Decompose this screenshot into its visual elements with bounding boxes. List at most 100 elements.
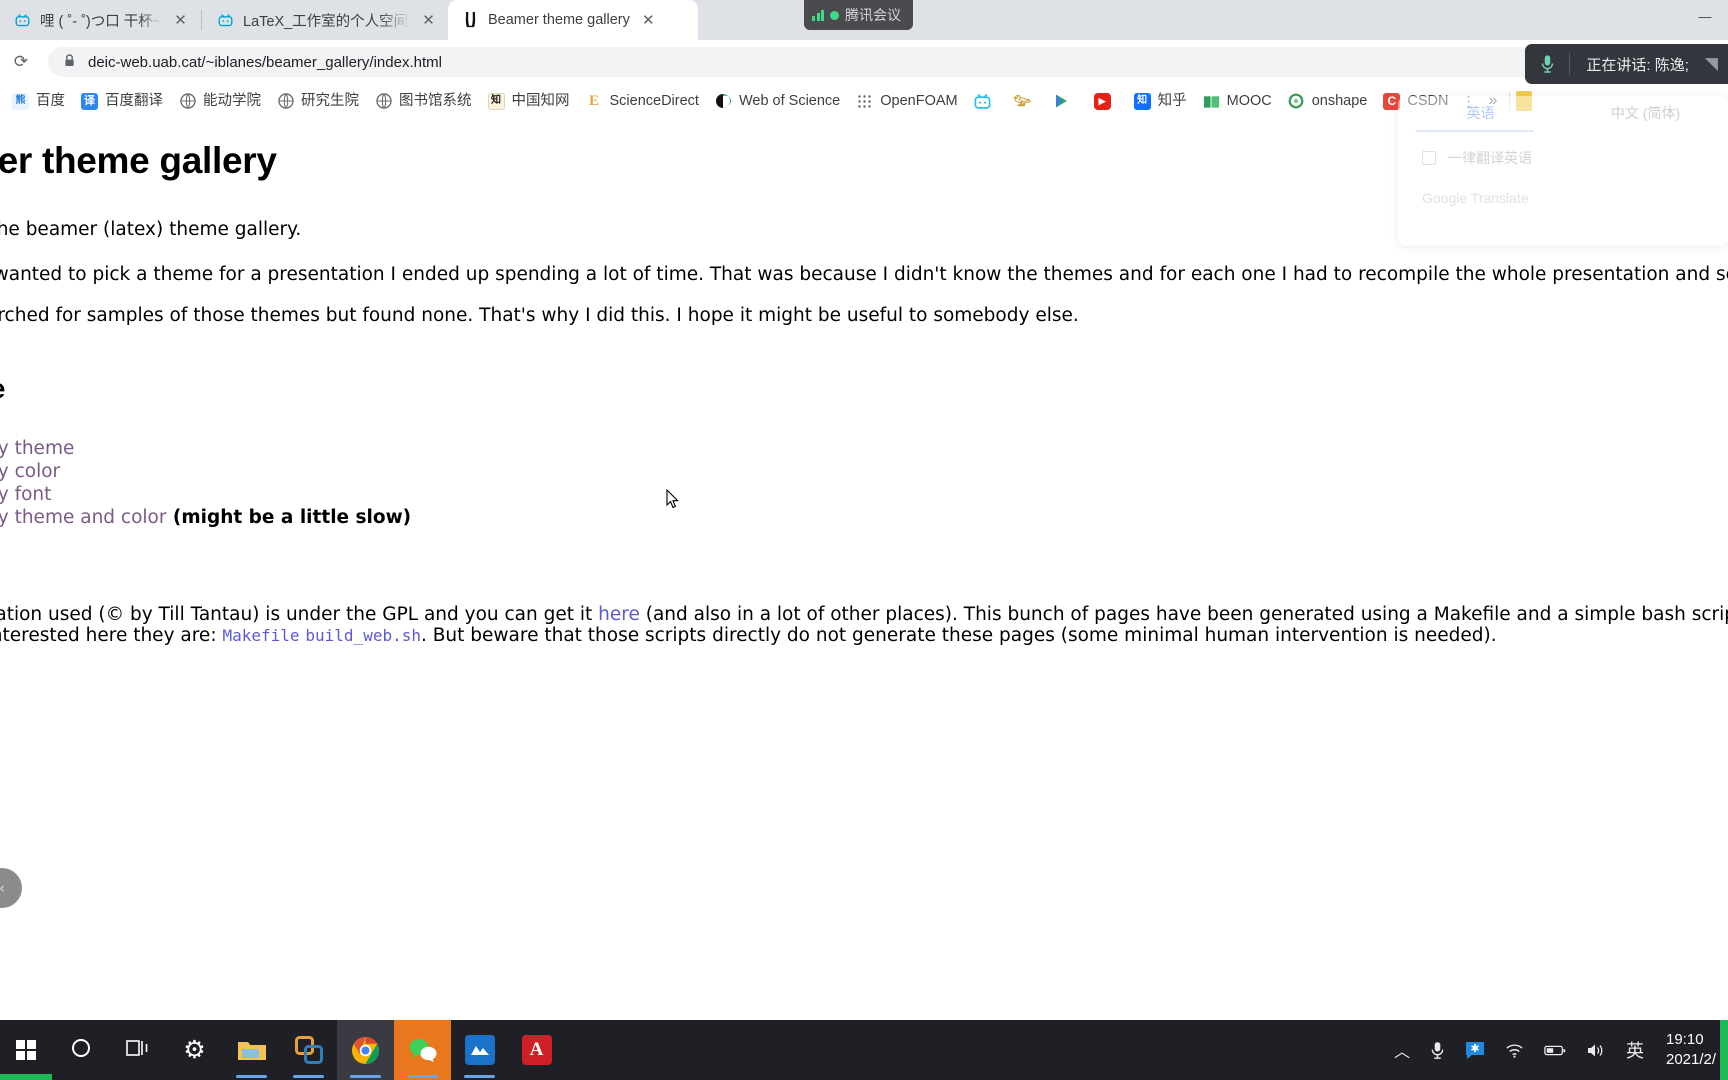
tab-close-button[interactable]: ✕ bbox=[171, 11, 190, 30]
bookmark-nengdong-xueyuan[interactable]: 能动学院 bbox=[171, 89, 269, 114]
show-hidden-icons-chevron[interactable]: ︿ bbox=[1384, 1020, 1420, 1080]
message-icon[interactable]: ✱ bbox=[1455, 1020, 1495, 1080]
clock-date: 2021/2/ bbox=[1666, 1051, 1717, 1068]
tab-strip: 哩 ( ˚- ˚)つ口 干杯~-bili ✕ LaTeX_工作室的个人空间 - … bbox=[0, 0, 1728, 40]
adobe-acrobat-icon[interactable]: A bbox=[508, 1020, 565, 1080]
bookmark-web-of-science[interactable]: Web of Science bbox=[707, 89, 848, 114]
tab-close-button[interactable]: ✕ bbox=[419, 11, 438, 30]
bookmark-label: 百度翻译 bbox=[105, 92, 163, 109]
microphone-icon[interactable] bbox=[1420, 1020, 1455, 1080]
list-item: w by theme bbox=[0, 437, 1728, 460]
link-browse-by-theme-and-color[interactable]: w by theme and color bbox=[0, 507, 166, 528]
signal-bars-icon bbox=[812, 9, 824, 21]
tencent-meeting-speaking-bar[interactable]: 正在讲话: 陈逸; ◥ bbox=[1525, 44, 1728, 84]
wechat-glyph bbox=[408, 1035, 438, 1065]
drag-handle-icon[interactable]: ◥ bbox=[1705, 54, 1728, 74]
bookmark-yanjiushengyuan[interactable]: 研究生院 bbox=[269, 89, 367, 114]
volume-icon[interactable] bbox=[1576, 1020, 1616, 1080]
tencent-meeting-chip[interactable]: 腾讯会议 bbox=[804, 0, 913, 30]
address-bar[interactable]: deic-web.uab.cat/~iblanes/beamer_gallery… bbox=[48, 47, 1718, 77]
windows-start-button[interactable] bbox=[0, 1020, 52, 1080]
task-view-glyph bbox=[125, 1038, 150, 1062]
scroll-left-button[interactable]: ‹ bbox=[0, 868, 22, 908]
checkbox-icon[interactable] bbox=[1422, 151, 1436, 165]
page-section-heading: ate bbox=[0, 373, 1728, 405]
bookmark-label: 研究生院 bbox=[301, 92, 359, 109]
tab-title: Beamer theme gallery bbox=[488, 12, 630, 28]
microphone-icon[interactable] bbox=[1525, 44, 1569, 84]
bookmark-tushuguan-xitong[interactable]: 图书馆系统 bbox=[367, 89, 480, 114]
bookmark-play[interactable] bbox=[1046, 89, 1086, 114]
browser-tab-1[interactable]: 哩 ( ˚- ˚)つ口 干杯~-bili ✕ bbox=[0, 0, 200, 40]
show-desktop-button[interactable] bbox=[1720, 1020, 1728, 1080]
bookmark-mooc[interactable]: MOOC bbox=[1195, 89, 1280, 114]
sciencedirect-icon: E bbox=[588, 92, 599, 109]
globe-icon bbox=[277, 93, 294, 110]
bookmark-cnki[interactable]: 知 中国知网 bbox=[480, 89, 578, 114]
virtualbox-icon[interactable] bbox=[280, 1020, 337, 1080]
xmind-glyph bbox=[464, 1035, 495, 1065]
link-makefile[interactable]: Makefile bbox=[222, 626, 299, 645]
list-item: w by font bbox=[0, 483, 1728, 506]
bookmark-label: 中国知网 bbox=[511, 92, 570, 109]
list-item: w by theme and color (might be a little … bbox=[0, 506, 1728, 529]
globe-icon bbox=[179, 93, 196, 110]
link-browse-by-theme[interactable]: w by theme bbox=[0, 438, 74, 459]
link-browse-by-font[interactable]: w by font bbox=[0, 484, 51, 505]
task-view-icon[interactable] bbox=[109, 1020, 166, 1080]
browser-tab-3[interactable]: Beamer theme gallery ✕ bbox=[448, 0, 698, 40]
meeting-chip-label: 腾讯会议 bbox=[845, 7, 901, 23]
sogou-icon: 𓅰 bbox=[1013, 92, 1032, 110]
link-browse-by-color[interactable]: w by color bbox=[0, 461, 60, 482]
bookmark-zhihu[interactable]: 知 知乎 bbox=[1126, 89, 1195, 114]
zhihu-icon: 知 bbox=[1133, 92, 1151, 110]
battery-icon[interactable] bbox=[1534, 1020, 1576, 1080]
translate-source-language-tab[interactable]: 英语 bbox=[1398, 96, 1563, 130]
taskbar-clock[interactable]: 19:10 2021/2/ bbox=[1654, 1020, 1728, 1080]
clock-time: 19:10 bbox=[1666, 1031, 1704, 1048]
link-build-web-sh[interactable]: build_web.sh bbox=[305, 626, 421, 645]
bookmark-label: OpenFOAM bbox=[880, 92, 958, 109]
bookmark-sogou[interactable]: 𓅰 bbox=[1006, 89, 1046, 114]
mooc-icon bbox=[1203, 93, 1220, 110]
bookmark-baidu[interactable]: 熊 百度 bbox=[4, 89, 73, 114]
baidu-icon: 熊 bbox=[12, 92, 29, 110]
bookmark-bilibili[interactable] bbox=[966, 89, 1006, 114]
ime-language-indicator[interactable]: 英 bbox=[1616, 1020, 1654, 1080]
google-translate-popup[interactable]: 英语 中文 (简体) 一律翻译英语 Google Translate bbox=[1398, 96, 1728, 246]
svg-text:✱: ✱ bbox=[1470, 1043, 1479, 1055]
bookmark-onshape[interactable]: onshape bbox=[1280, 89, 1376, 114]
browser-toolbar: ⟳ deic-web.uab.cat/~iblanes/beamer_galle… bbox=[0, 40, 1728, 84]
wifi-icon[interactable] bbox=[1495, 1020, 1534, 1080]
circle-icon bbox=[70, 1037, 92, 1063]
windows-taskbar: ⚙ A ︿ ✱ 英 19:10 2021/2/ bbox=[0, 1020, 1728, 1080]
page-footer-block: entation used (© by Till Tantau) is unde… bbox=[0, 603, 1728, 647]
link-here[interactable]: here bbox=[598, 604, 640, 625]
bookmark-youtube[interactable]: ▶ bbox=[1086, 89, 1126, 114]
cortana-search-icon[interactable] bbox=[52, 1020, 109, 1080]
bookmark-sciencedirect[interactable]: E ScienceDirect bbox=[578, 89, 707, 114]
slow-note: (might be a little slow) bbox=[166, 507, 412, 528]
reload-button[interactable]: ⟳ bbox=[6, 47, 36, 77]
google-chrome-icon[interactable] bbox=[337, 1020, 394, 1080]
bookmark-label: 图书馆系统 bbox=[399, 92, 472, 109]
translate-always-checkbox-row[interactable]: 一律翻译英语 bbox=[1398, 132, 1728, 168]
bookmark-baidu-translate[interactable]: 译 百度翻译 bbox=[73, 89, 171, 114]
settings-gear-icon[interactable]: ⚙ bbox=[166, 1020, 223, 1080]
page-paragraph-2: searched for samples of those themes but… bbox=[0, 305, 1079, 326]
bookmark-label: 百度 bbox=[36, 92, 65, 109]
file-explorer-icon[interactable] bbox=[223, 1020, 280, 1080]
browser-tab-2[interactable]: LaTeX_工作室的个人空间 - 哔哩 ✕ bbox=[203, 0, 448, 40]
tab-close-button[interactable]: ✕ bbox=[639, 11, 658, 30]
web-of-science-icon bbox=[715, 93, 732, 110]
minimize-button[interactable]: — bbox=[1682, 0, 1728, 32]
bilibili-icon bbox=[974, 93, 991, 110]
translate-target-language-tab[interactable]: 中文 (简体) bbox=[1563, 96, 1728, 130]
xmind-icon[interactable] bbox=[451, 1020, 508, 1080]
tab-separator bbox=[201, 10, 202, 30]
bookmark-openfoam[interactable]: OpenFOAM bbox=[848, 89, 965, 114]
footer-text-b: (and also in a lot of other places). Thi… bbox=[639, 604, 1728, 625]
tab-title: LaTeX_工作室的个人空间 - 哔哩 bbox=[243, 13, 410, 30]
globe-icon bbox=[375, 93, 392, 110]
wechat-icon[interactable] bbox=[394, 1020, 451, 1080]
